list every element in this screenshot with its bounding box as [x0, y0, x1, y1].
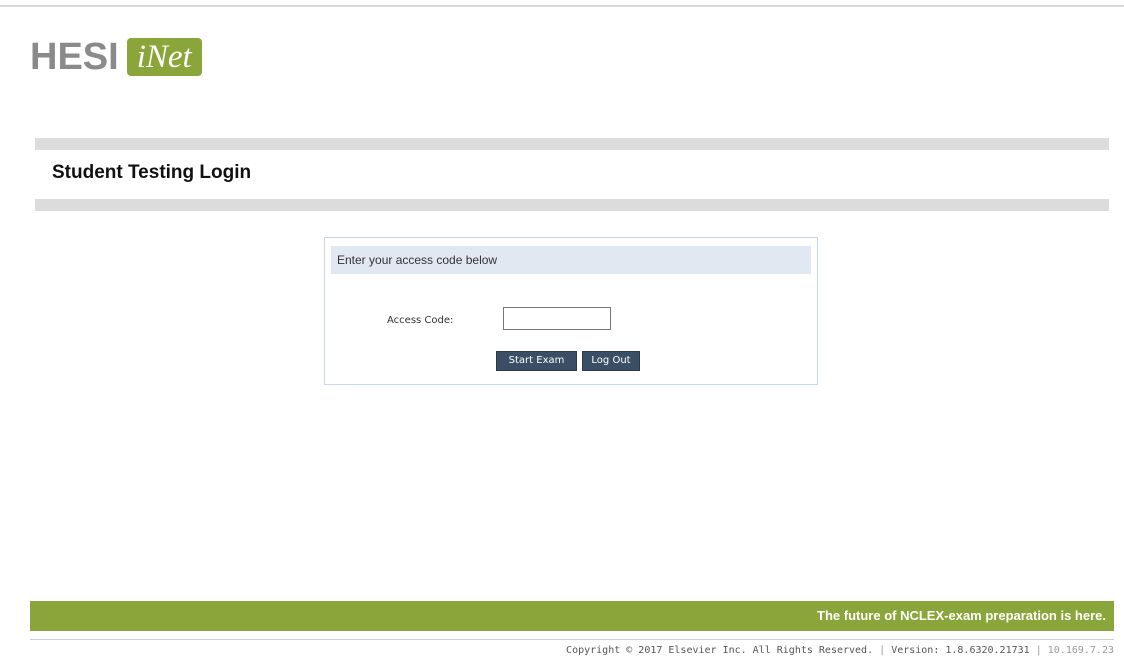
access-code-label: Access Code:	[387, 315, 454, 326]
login-panel-header: Enter your access code below	[331, 246, 811, 274]
login-panel: Enter your access code below Access Code…	[324, 237, 818, 385]
log-out-button[interactable]: Log Out	[582, 351, 640, 371]
title-bar-top	[35, 138, 1109, 150]
footer-separator: |	[879, 645, 886, 656]
footer-separator: |	[1035, 645, 1042, 656]
page: HESI iNet Student Testing Login Enter yo…	[0, 0, 1124, 660]
access-code-input[interactable]	[503, 307, 611, 330]
copyright-text: Copyright © 2017 Elsevier Inc. All Right…	[566, 645, 874, 656]
footer-banner: The future of NCLEX-exam preparation is …	[30, 601, 1114, 631]
footer-divider	[30, 639, 1114, 640]
page-title: Student Testing Login	[52, 162, 252, 183]
version-text: Version: 1.8.6320.21731	[891, 645, 1030, 656]
top-divider	[0, 5, 1124, 7]
footer-tagline: The future of NCLEX-exam preparation is …	[817, 608, 1106, 623]
logo-product-badge: iNet	[126, 38, 202, 76]
title-bar-bottom	[35, 199, 1109, 211]
logo-brand-text: HESI	[30, 36, 119, 78]
start-exam-button[interactable]: Start Exam	[496, 351, 577, 371]
footer-copyright-line: Copyright © 2017 Elsevier Inc. All Right…	[566, 645, 1114, 656]
server-ip-text: 10.169.7.23	[1047, 645, 1114, 656]
hesi-inet-logo: HESI iNet	[30, 36, 202, 78]
